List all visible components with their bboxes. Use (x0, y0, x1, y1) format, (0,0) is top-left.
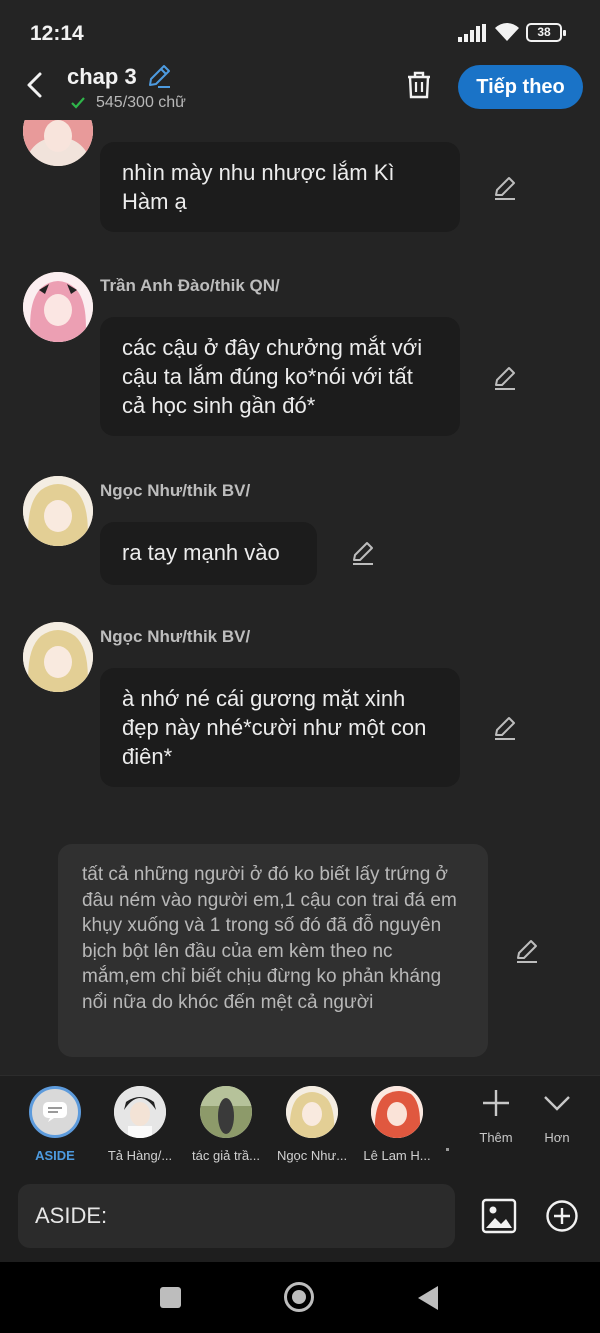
avatar (371, 1086, 423, 1138)
avatar[interactable] (23, 476, 93, 546)
edit-message-icon[interactable] (492, 365, 518, 391)
character-name: Lê Lam H... (363, 1148, 431, 1163)
aside-chip (29, 1086, 81, 1138)
next-button[interactable]: Tiếp theo (458, 65, 583, 109)
aside-text: tất cả những người ở đó ko biết lấy trứn… (82, 864, 457, 1013)
message-bubble[interactable]: nhìn mày nhu nhược lắm Kì Hàm ạ (100, 142, 460, 232)
avatar[interactable] (23, 272, 93, 342)
input-row: ASIDE: (0, 1172, 600, 1262)
check-icon (71, 97, 85, 109)
message-text: ra tay mạnh vào (122, 540, 280, 565)
chevron-down-icon (544, 1096, 570, 1111)
expand-button[interactable]: Hơn (527, 1088, 587, 1145)
character-name: tác giả trầ... (192, 1148, 260, 1163)
message-bubble[interactable]: à nhớ né cái gương mặt xinh đẹp này nhé*… (100, 668, 460, 787)
author-name: Ngọc Như/thik BV/ (100, 481, 251, 500)
edit-message-icon[interactable] (492, 175, 518, 201)
aside-bubble[interactable]: tất cả những người ở đó ko biết lấy trứn… (58, 844, 488, 1057)
avatar (286, 1086, 338, 1138)
message-text: các cậu ở đây chưởng mắt với cậu ta lắm … (122, 335, 423, 418)
plus-icon (483, 1090, 509, 1116)
image-icon[interactable] (481, 1198, 517, 1234)
author-name: Ngọc Như/thik BV/ (100, 627, 251, 646)
character-name: Tả Hàng/... (107, 1148, 173, 1163)
add-character-button[interactable]: Thêm (466, 1088, 526, 1145)
signal-icon (458, 24, 486, 42)
character-bar: ASIDE Tả Hàng/... tác giả trầ... Ngọc Nh… (0, 1075, 600, 1172)
avatar[interactable] (23, 120, 93, 166)
status-bar: 12:14 38 (0, 0, 600, 62)
author-name: Trần Anh Đào/thik QN/ (100, 276, 280, 295)
edit-message-icon[interactable] (350, 540, 376, 566)
character-item[interactable]: Lê Lam H... (347, 1086, 447, 1163)
edit-message-icon[interactable] (492, 715, 518, 741)
word-count-text: 545/300 chữ (96, 94, 186, 111)
wifi-icon (495, 23, 519, 41)
message-bubble[interactable]: ra tay mạnh vào (100, 522, 317, 585)
edit-aside-icon[interactable] (514, 938, 540, 964)
message-text: nhìn mày nhu nhược lắm Kì Hàm ạ (122, 160, 395, 214)
battery-icon: 38 (526, 23, 566, 42)
header: chap 3 545/300 chữ Tiếp theo (0, 62, 600, 120)
add-circle-icon[interactable] (545, 1199, 579, 1233)
avatar (114, 1086, 166, 1138)
message-input[interactable]: ASIDE: (18, 1184, 455, 1248)
edit-title-icon[interactable] (146, 63, 172, 89)
system-nav-bar (0, 1262, 600, 1333)
message-bubble[interactable]: các cậu ở đây chưởng mắt với cậu ta lắm … (100, 317, 460, 436)
separator-dot (446, 1148, 449, 1151)
status-time: 12:14 (30, 22, 84, 45)
input-placeholder: ASIDE: (35, 1203, 108, 1228)
chat-area: nhìn mày nhu nhược lắm Kì Hàm ạ Trần Anh… (0, 120, 600, 1075)
expand-label: Hơn (544, 1130, 570, 1145)
message-text: à nhớ né cái gương mặt xinh đẹp này nhé*… (122, 686, 427, 769)
recent-apps-button[interactable] (160, 1287, 181, 1308)
system-back-button[interactable] (418, 1286, 438, 1310)
character-item[interactable]: Tả Hàng/... (90, 1086, 190, 1163)
chat-bubble-icon (43, 1102, 67, 1122)
word-count: 545/300 chữ (70, 94, 186, 112)
avatar (200, 1086, 252, 1138)
page-title: chap 3 (67, 64, 137, 89)
back-arrow-icon[interactable] (20, 70, 50, 100)
trash-icon[interactable] (404, 70, 434, 100)
character-item[interactable]: tác giả trầ... (176, 1086, 276, 1163)
home-button[interactable] (284, 1282, 314, 1312)
avatar[interactable] (23, 622, 93, 692)
add-character-label: Thêm (479, 1130, 513, 1145)
